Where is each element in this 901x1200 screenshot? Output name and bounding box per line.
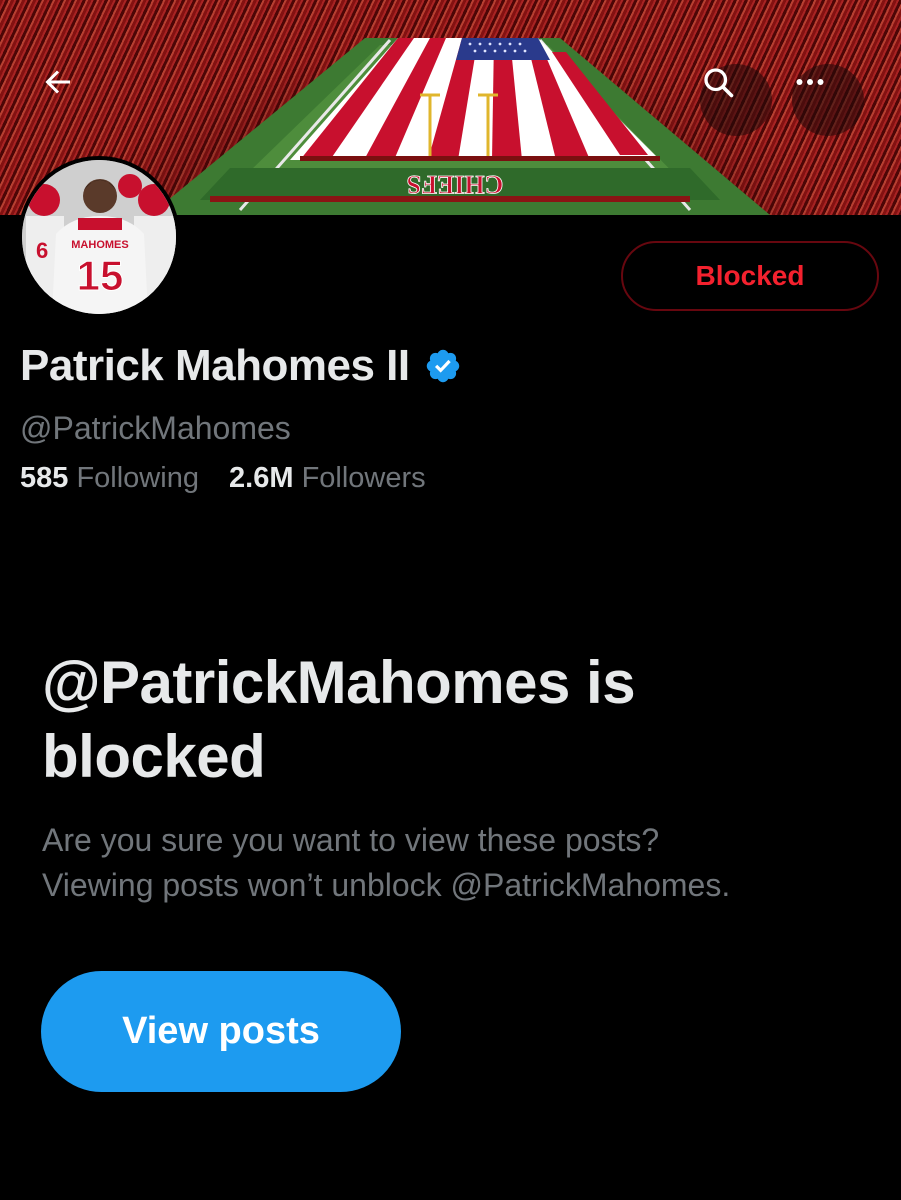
followers-label: Followers <box>301 462 426 494</box>
blocked-button[interactable]: Blocked <box>621 241 879 311</box>
display-name: Patrick Mahomes II <box>20 341 410 390</box>
endzone-text: CHIEFS <box>407 170 504 199</box>
search-icon <box>704 68 734 98</box>
blocked-notice-title: @PatrickMahomes is blocked <box>42 649 636 790</box>
avatar[interactable]: 6 MAHOMES 15 <box>18 156 180 318</box>
blocked-notice-line-2: Viewing posts won’t unblock @PatrickMaho… <box>42 867 731 903</box>
blocked-notice-description: Are you sure you want to view these post… <box>42 818 882 908</box>
followers-count: 2.6M <box>229 462 294 494</box>
profile-name-row: Patrick Mahomes II <box>20 341 462 391</box>
arrow-left-icon <box>45 70 70 94</box>
more-options-button[interactable] <box>792 64 864 136</box>
svg-text:6: 6 <box>36 238 48 263</box>
following-link[interactable]: 585 Following <box>20 462 199 495</box>
profile-handle: @PatrickMahomes <box>20 410 291 446</box>
following-count: 585 <box>20 462 69 494</box>
blocked-notice-line-1: Are you sure you want to view these post… <box>42 822 660 858</box>
back-button[interactable] <box>40 64 112 136</box>
more-horizontal-icon <box>796 79 824 85</box>
verified-badge-icon[interactable] <box>424 347 462 385</box>
followers-link[interactable]: 2.6M Followers <box>229 462 426 495</box>
jersey-number: 15 <box>77 252 124 299</box>
avatar-photo: 6 MAHOMES 15 <box>22 160 176 314</box>
following-label: Following <box>76 462 199 494</box>
search-button[interactable] <box>700 64 772 136</box>
jersey-name: MAHOMES <box>71 239 128 251</box>
view-posts-button[interactable]: View posts <box>41 971 401 1092</box>
profile-stats: 585 Following 2.6M Followers <box>20 462 448 495</box>
